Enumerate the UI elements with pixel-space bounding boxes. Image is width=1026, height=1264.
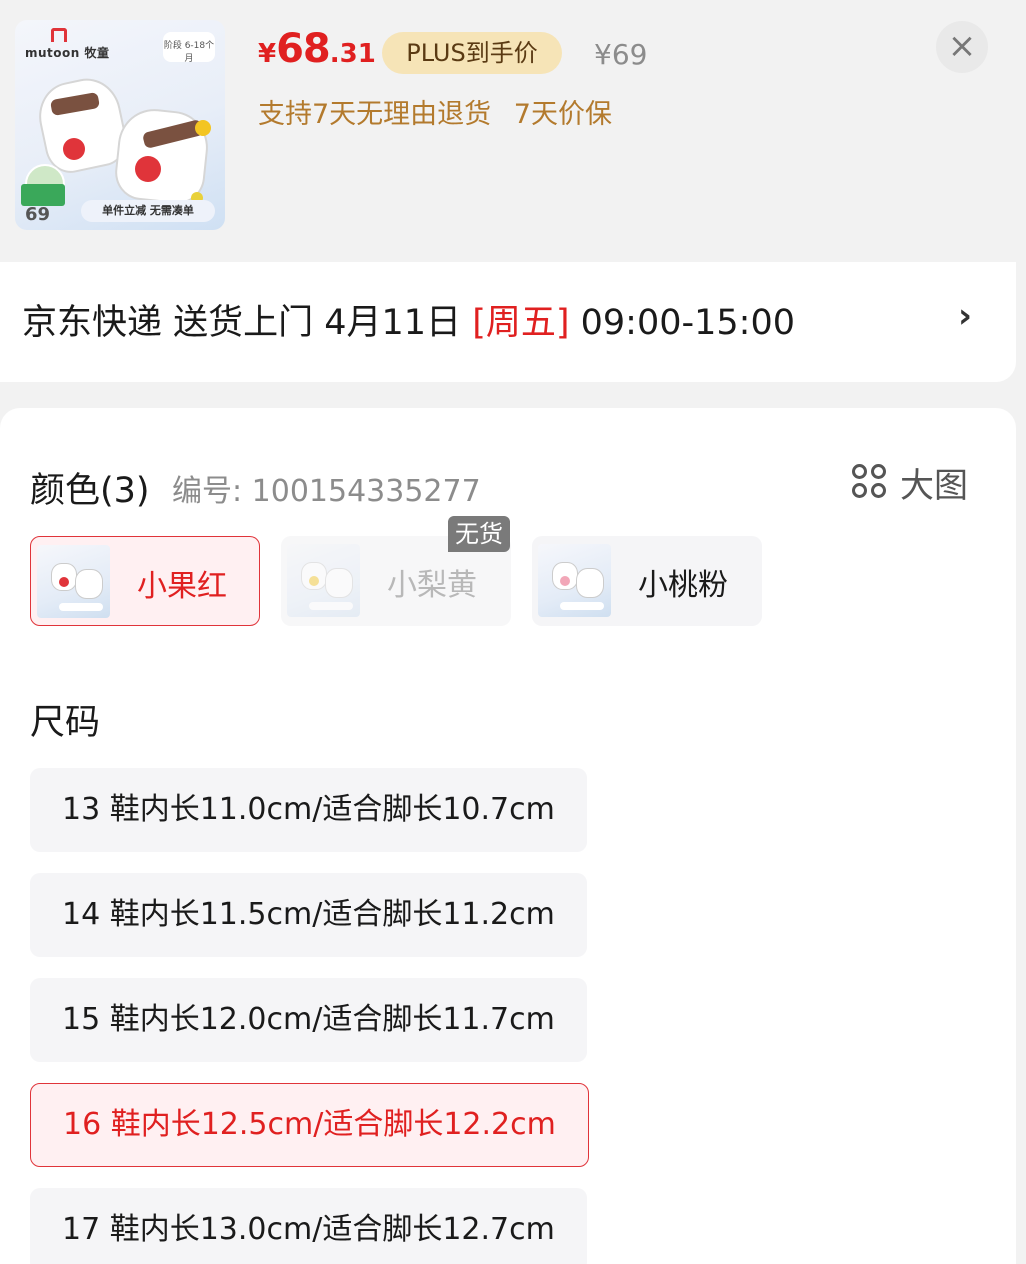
plus-price-badge: PLUS到手价 xyxy=(382,32,562,74)
size-option-16[interactable]: 16 鞋内长12.5cm/适合脚长12.2cm xyxy=(30,1083,589,1167)
current-price: ¥ 68 .31 xyxy=(258,26,376,82)
size-option-13[interactable]: 13 鞋内长11.0cm/适合脚长10.7cm xyxy=(30,768,587,852)
size-section-title: 尺码 xyxy=(30,703,101,743)
brand-text: mutoon 牧童 xyxy=(25,46,110,60)
return-policy: 支持7天无理由退货 xyxy=(258,99,492,130)
brand-logo-icon xyxy=(51,28,67,42)
product-header: mutoon 牧童 阶段 6-18个月 69 单件立减 无需凑单 ¥ 68 .3… xyxy=(0,0,1026,262)
color-option-pink[interactable]: 小桃粉 xyxy=(532,536,762,626)
color-thumbnail xyxy=(287,544,360,617)
color-option-red[interactable]: 小果红 xyxy=(30,536,260,626)
thumb-promo: 单件立减 无需凑单 xyxy=(81,200,215,222)
color-option-label: 小梨黄 xyxy=(387,568,477,603)
guarantee-text: 支持7天无理由退货 7天价保 xyxy=(258,92,612,131)
lemon-icon xyxy=(195,120,211,136)
color-thumbnail xyxy=(37,545,110,618)
price-currency: ¥ xyxy=(258,39,277,69)
out-of-stock-badge: 无货 xyxy=(448,516,510,552)
thumb-price: 69 xyxy=(25,204,51,225)
color-thumbnail xyxy=(538,544,611,617)
chevron-right-icon: › xyxy=(958,296,973,336)
price-decimal: .31 xyxy=(329,39,376,69)
product-thumbnail[interactable]: mutoon 牧童 阶段 6-18个月 69 单件立减 无需凑单 xyxy=(15,20,225,230)
delivery-weekday: [周五] xyxy=(472,303,570,343)
close-button[interactable]: × xyxy=(936,21,988,73)
size-option-15[interactable]: 15 鞋内长12.0cm/适合脚长11.7cm xyxy=(30,978,587,1062)
delivery-time: 09:00-15:00 xyxy=(569,303,795,343)
apple-icon xyxy=(135,156,161,182)
color-option-label: 小果红 xyxy=(137,569,227,604)
product-sku: 编号: 100154335277 xyxy=(172,474,481,509)
price-integer: 68 xyxy=(276,26,331,72)
delivery-prefix: 京东快递 送货上门 4月11日 xyxy=(22,303,473,343)
big-picture-label: 大图 xyxy=(900,465,968,506)
big-picture-button[interactable]: 大图 xyxy=(852,462,968,506)
original-price: ¥69 xyxy=(594,38,648,71)
delivery-info: 京东快递 送货上门 4月11日 [周五] 09:00-15:00 xyxy=(22,294,795,345)
apple-icon xyxy=(63,138,85,160)
color-section-title: 颜色(3) xyxy=(30,471,150,511)
color-option-label: 小桃粉 xyxy=(638,568,728,603)
delivery-row[interactable]: 京东快递 送货上门 4月11日 [周五] 09:00-15:00 › xyxy=(0,262,1016,382)
price-protection: 7天价保 xyxy=(513,99,612,130)
size-option-17[interactable]: 17 鞋内长13.0cm/适合脚长12.7cm xyxy=(30,1188,587,1264)
stage-badge: 阶段 6-18个月 xyxy=(163,32,215,64)
size-option-14[interactable]: 14 鞋内长11.5cm/适合脚长11.2cm xyxy=(30,873,587,957)
sku-selector-panel: 颜色(3) 编号: 100154335277 大图 小果红 小梨黄 无货 小桃粉… xyxy=(0,408,1016,1264)
green-tag xyxy=(21,184,65,206)
close-icon: × xyxy=(947,26,977,66)
grid-view-icon xyxy=(852,464,888,500)
